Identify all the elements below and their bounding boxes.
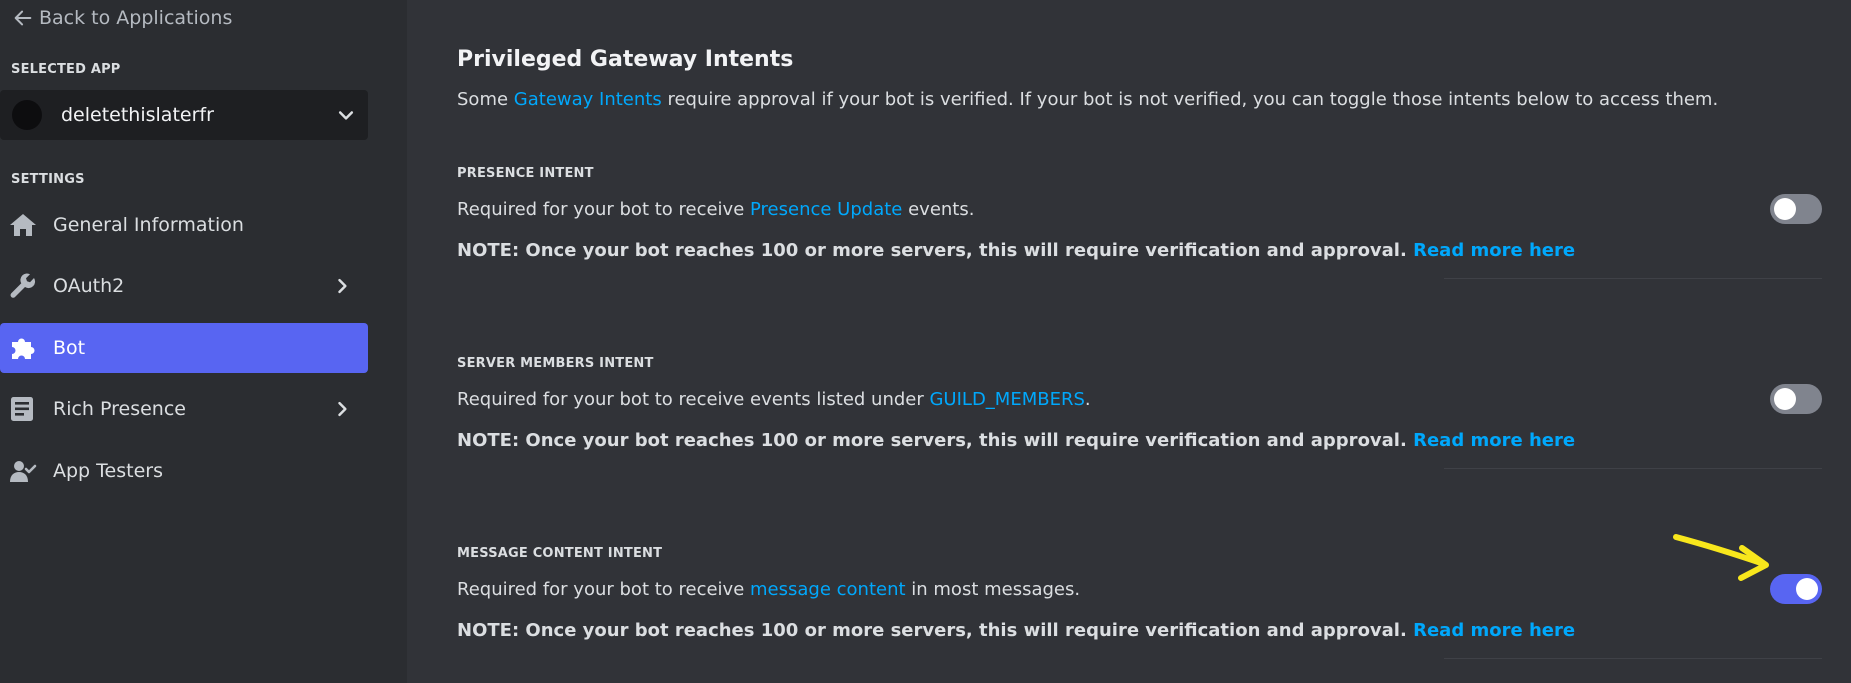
intent-heading-message-content: MESSAGE CONTENT INTENT — [457, 546, 663, 561]
selected-app-label: SELECTED APP — [11, 62, 121, 77]
intent-description: Required for your bot to receive Presenc… — [457, 199, 974, 220]
read-more-link[interactable]: Read more here — [1413, 430, 1575, 451]
guild-members-link[interactable]: GUILD_MEMBERS — [929, 389, 1084, 410]
desc-text: Some — [457, 89, 514, 110]
sidebar: Back to Applications SELECTED APP delete… — [0, 0, 407, 683]
toggle-knob — [1774, 198, 1796, 220]
sidebar-item-bot[interactable]: Bot — [0, 323, 368, 373]
app-name: deletethislaterfr — [61, 104, 214, 126]
sidebar-item-app-testers[interactable]: App Testers — [0, 446, 368, 496]
intent-heading-server-members: SERVER MEMBERS INTENT — [457, 356, 654, 371]
document-icon — [11, 397, 33, 421]
intent-heading-presence: PRESENCE INTENT — [457, 166, 594, 181]
intent-note: NOTE: Once your bot reaches 100 or more … — [457, 240, 1575, 261]
home-icon — [10, 214, 36, 236]
toggle-knob — [1774, 388, 1796, 410]
app-selector[interactable]: deletethislaterfr — [0, 90, 368, 140]
sidebar-item-oauth2[interactable]: OAuth2 — [0, 261, 368, 311]
message-content-intent-toggle[interactable] — [1770, 574, 1822, 604]
sidebar-item-label: OAuth2 — [53, 275, 125, 297]
puzzle-icon — [12, 338, 35, 359]
desc-text: . — [1084, 389, 1091, 410]
sidebar-item-label: Bot — [53, 337, 86, 359]
intent-description: Required for your bot to receive message… — [457, 579, 1080, 600]
page-description: Some Gateway Intents require approval if… — [457, 89, 1718, 110]
back-to-applications-link[interactable]: Back to Applications — [12, 6, 232, 30]
gateway-intents-link[interactable]: Gateway Intents — [514, 89, 662, 110]
page-title: Privileged Gateway Intents — [457, 47, 794, 72]
settings-label: SETTINGS — [11, 172, 85, 187]
user-check-icon — [10, 461, 37, 482]
presence-intent-toggle[interactable] — [1770, 194, 1822, 224]
desc-text: Required for your bot to receive — [457, 579, 751, 600]
sidebar-item-general-information[interactable]: General Information — [0, 200, 368, 250]
sidebar-item-rich-presence[interactable]: Rich Presence — [0, 384, 368, 434]
divider — [1444, 658, 1822, 659]
chevron-down-icon — [338, 111, 354, 120]
divider — [1444, 468, 1822, 469]
app-avatar — [12, 100, 42, 130]
chevron-right-icon — [338, 278, 347, 294]
note-text: NOTE: Once your bot reaches 100 or more … — [457, 430, 1407, 451]
chevron-right-icon — [338, 401, 347, 417]
desc-text: require approval if your bot is verified… — [661, 89, 1719, 110]
desc-text: events. — [902, 199, 975, 220]
read-more-link[interactable]: Read more here — [1413, 620, 1575, 641]
read-more-link[interactable]: Read more here — [1413, 240, 1575, 261]
annotation-arrow-icon — [1673, 534, 1769, 581]
sidebar-item-label: General Information — [53, 214, 244, 236]
intent-description: Required for your bot to receive events … — [457, 389, 1091, 410]
back-link-label: Back to Applications — [39, 7, 233, 29]
sidebar-item-label: Rich Presence — [53, 398, 186, 420]
server-members-intent-toggle[interactable] — [1770, 384, 1822, 414]
wrench-icon — [10, 273, 36, 298]
sidebar-item-label: App Testers — [53, 460, 163, 482]
divider — [1444, 278, 1822, 279]
toggle-knob — [1796, 578, 1818, 600]
intent-note: NOTE: Once your bot reaches 100 or more … — [457, 430, 1575, 451]
intent-note: NOTE: Once your bot reaches 100 or more … — [457, 620, 1575, 641]
main-content: Privileged Gateway Intents Some Gateway … — [407, 0, 1851, 683]
desc-text: in most messages. — [905, 579, 1081, 600]
desc-text: Required for your bot to receive — [457, 199, 751, 220]
arrow-left-icon — [14, 10, 32, 26]
desc-text: Required for your bot to receive events … — [457, 389, 930, 410]
presence-update-link[interactable]: Presence Update — [750, 199, 902, 220]
note-text: NOTE: Once your bot reaches 100 or more … — [457, 620, 1407, 641]
note-text: NOTE: Once your bot reaches 100 or more … — [457, 240, 1407, 261]
message-content-link[interactable]: message content — [750, 579, 906, 600]
